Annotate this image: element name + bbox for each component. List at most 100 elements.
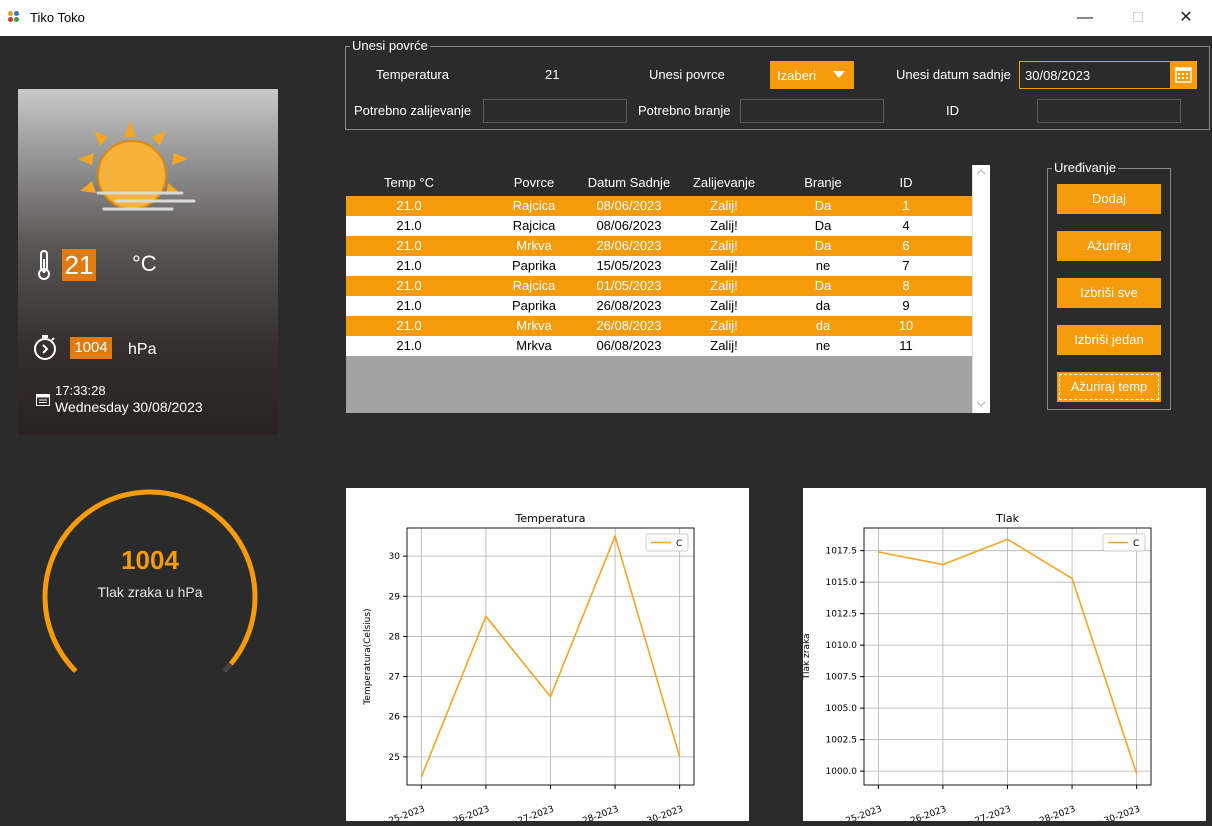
- vegetable-select[interactable]: Izaberi: [770, 61, 854, 89]
- table-cell: Zalij!: [672, 276, 776, 296]
- y-tick-label: 27: [389, 673, 400, 683]
- table-cell: Da: [774, 216, 872, 236]
- planting-date-label: Unesi datum sadnje: [896, 67, 1011, 82]
- date-picker-button[interactable]: [1170, 61, 1197, 89]
- table-cell: Da: [774, 236, 872, 256]
- y-tick-label: 1012.5: [826, 610, 858, 620]
- column-header[interactable]: ID: [874, 165, 938, 196]
- table-row[interactable]: 21.0Rajcica08/06/2023Zalij!Da4: [346, 216, 972, 236]
- table-cell: ne: [774, 336, 872, 356]
- table-row[interactable]: 21.0Mrkva06/08/2023Zalij!ne11: [346, 336, 972, 356]
- table-cell: 9: [874, 296, 938, 316]
- table-cell: Da: [774, 196, 872, 216]
- y-tick-label: 28: [389, 632, 401, 642]
- table-row[interactable]: 21.0Paprika26/08/2023Zalij!da9: [346, 296, 972, 316]
- table-cell: Zalij!: [672, 296, 776, 316]
- x-tick-label: Aug-25-2023: [825, 804, 883, 821]
- y-axis-label: Tlak zraka: [803, 633, 812, 680]
- delete-one-button[interactable]: Izbriši jedan: [1057, 325, 1161, 355]
- table-row[interactable]: 21.0Mrkva26/08/2023Zalij!da10: [346, 316, 972, 336]
- table-cell: Zalij!: [672, 256, 776, 276]
- minimize-button[interactable]: —: [1063, 2, 1107, 34]
- y-tick-label: 1007.5: [826, 673, 858, 683]
- x-tick-label: Aug-26-2023: [433, 804, 491, 821]
- scroll-up-icon[interactable]: [976, 169, 986, 175]
- table-cell: Zalij!: [672, 216, 776, 236]
- table-cell: da: [774, 316, 872, 336]
- table-cell: 1: [874, 196, 938, 216]
- pressure-value: 1004: [70, 337, 112, 359]
- delete-all-button[interactable]: Izbriši sve: [1057, 278, 1161, 308]
- y-tick-label: 30: [389, 552, 401, 562]
- x-tick-label: Aug-25-2023: [368, 804, 426, 821]
- window-title: Tiko Toko: [30, 10, 85, 25]
- table-cell: Zalij!: [672, 236, 776, 256]
- table-row[interactable]: 21.0Rajcica01/05/2023Zalij!Da8: [346, 276, 972, 296]
- chevron-down-icon: [833, 71, 845, 79]
- weather-card: 21 °C 1004 hPa 17:33:28 Wednesday 30/08/…: [18, 89, 278, 435]
- temperature-chart: TemperaturaAug-25-2023Aug-26-2023Aug-27-…: [346, 488, 749, 821]
- add-button[interactable]: Dodaj: [1057, 184, 1161, 214]
- vegetable-table[interactable]: Temp °CPovrceDatum SadnjeZalijevanjeBran…: [346, 165, 972, 413]
- column-header[interactable]: Temp °C: [346, 165, 472, 196]
- pressure-unit: hPa: [128, 341, 156, 359]
- chart-title: Temperatura: [515, 512, 586, 525]
- x-tick-label: Aug-28-2023: [562, 804, 620, 821]
- close-button[interactable]: ✕: [1164, 2, 1208, 34]
- table-cell: Zalij!: [672, 196, 776, 216]
- watering-input[interactable]: [483, 99, 627, 123]
- x-tick-label: Aug-28-2023: [1019, 804, 1077, 821]
- table-cell: 21.0: [346, 316, 472, 336]
- id-input[interactable]: [1037, 99, 1181, 123]
- column-header[interactable]: Zalijevanje: [672, 165, 776, 196]
- table-header: Temp °CPovrceDatum SadnjeZalijevanjeBran…: [346, 165, 972, 196]
- table-row[interactable]: 21.0Mrkva28/06/2023Zalij!Da6: [346, 236, 972, 256]
- table-cell: 21.0: [346, 336, 472, 356]
- picking-label: Potrebno branje: [638, 103, 731, 118]
- table-cell: ne: [774, 256, 872, 276]
- vegetable-select-value: Izaberi: [777, 68, 816, 83]
- clock-time: 17:33:28: [55, 384, 106, 398]
- planting-date-value: 30/08/2023: [1025, 68, 1090, 83]
- pressure-chart-svg: Tlak Aug-25-2023 Aug-26-2023 Aug-27-2023 Aug…: [803, 488, 1206, 821]
- app-logo-icon: [8, 11, 22, 25]
- title-bar: Tiko Toko — □ ✕: [0, 0, 1212, 36]
- table-cell: 4: [874, 216, 938, 236]
- y-tick-label: 25: [389, 753, 400, 763]
- calendar-icon: [36, 394, 50, 406]
- update-temp-button[interactable]: Ažuriraj temp: [1057, 372, 1161, 402]
- column-header[interactable]: Branje: [774, 165, 872, 196]
- table-cell: 7: [874, 256, 938, 276]
- y-axis-label: Temperatura(Celsius): [363, 608, 373, 705]
- table-row[interactable]: 21.0Paprika15/05/2023Zalij!ne7: [346, 256, 972, 276]
- chart-title: Tlak: [995, 512, 1020, 525]
- temperature-chart-svg: TemperaturaAug-25-2023Aug-26-2023Aug-27-…: [346, 488, 749, 821]
- gauge-fill: [45, 492, 255, 671]
- group-title: Uređivanje: [1052, 160, 1118, 176]
- table-cell: 21.0: [346, 296, 472, 316]
- y-tick-label: 1002.5: [826, 736, 858, 746]
- pressure-chart: Tlak Aug-25-2023 Aug-26-2023 Aug-27-2023 Aug…: [803, 488, 1206, 821]
- temperature-value: 21: [62, 249, 96, 281]
- table-cell: 11: [874, 336, 938, 356]
- table-row[interactable]: 21.0Rajcica08/06/2023Zalij!Da1: [346, 196, 972, 216]
- y-tick-label: 1015.0: [826, 578, 858, 588]
- x-tick-label: Aug-30-2023: [1083, 804, 1141, 821]
- temperature-unit: °C: [132, 251, 157, 277]
- scroll-down-icon[interactable]: [976, 401, 986, 407]
- maximize-button[interactable]: □: [1116, 2, 1160, 34]
- thermometer-icon: [35, 249, 53, 281]
- temperature-label: Temperatura: [376, 67, 449, 82]
- table-scrollbar[interactable]: [972, 165, 990, 413]
- planting-date-input[interactable]: 30/08/2023: [1019, 61, 1172, 89]
- x-tick-label: Aug-27-2023: [954, 804, 1012, 821]
- y-tick-label: 1005.0: [826, 704, 858, 714]
- table-cell: 8: [874, 276, 938, 296]
- table-cell: 21.0: [346, 256, 472, 276]
- y-tick-label: 29: [389, 592, 401, 602]
- y-tick-label: 26: [389, 713, 401, 723]
- picking-input[interactable]: [740, 99, 884, 123]
- x-tick-label: Aug-26-2023: [890, 804, 948, 821]
- table-cell: 10: [874, 316, 938, 336]
- update-button[interactable]: Ažuriraj: [1057, 231, 1161, 261]
